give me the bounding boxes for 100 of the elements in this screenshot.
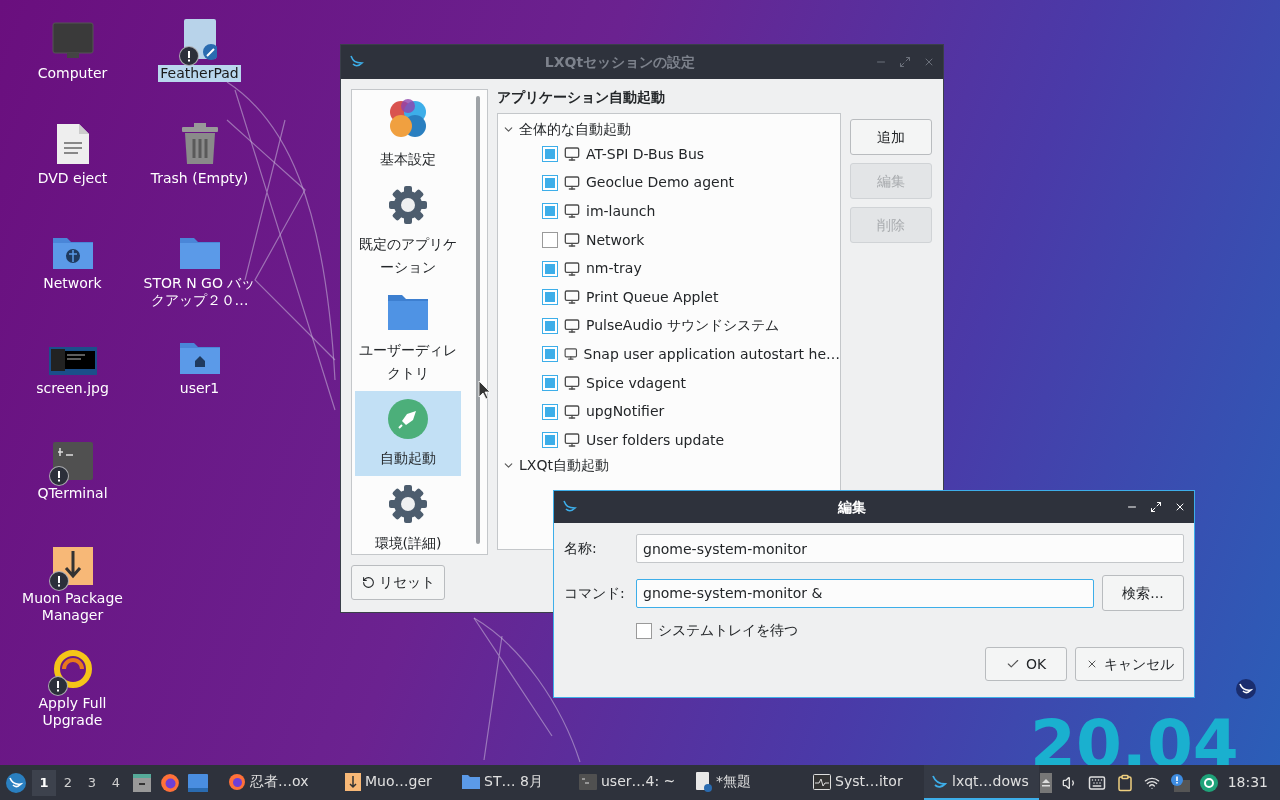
- aperture-icon[interactable]: [1199, 773, 1218, 792]
- category-item[interactable]: ユーザーディレクトリ: [355, 285, 461, 391]
- checkbox[interactable]: [542, 203, 558, 220]
- maximize-icon[interactable]: [1150, 501, 1162, 513]
- start-menu-logo-icon[interactable]: [5, 771, 27, 794]
- taskbar-window-button[interactable]: 忍者…ox: [222, 765, 337, 800]
- category-item[interactable]: 既定のアプリケーション: [355, 177, 461, 285]
- desktop-icon-label[interactable]: Trash (Empty): [148, 170, 251, 187]
- checkbox[interactable]: [542, 403, 558, 420]
- desktop-switcher-tab[interactable]: 1: [32, 769, 56, 796]
- autostart-item-label[interactable]: Network: [586, 229, 645, 251]
- autostart-item-label[interactable]: nm-tray: [586, 258, 642, 280]
- autostart-item-label[interactable]: Snap user application autostart he…: [583, 343, 840, 365]
- browse-button[interactable]: 検索...: [1102, 575, 1184, 611]
- cancel-button[interactable]: キャンセル: [1075, 647, 1184, 681]
- tree-group-label[interactable]: 全体的な自動起動: [519, 118, 631, 140]
- checkbox[interactable]: [542, 232, 558, 249]
- scrollbar[interactable]: [476, 96, 480, 544]
- folder-icon: [387, 293, 429, 331]
- wait-tray-label[interactable]: システムトレイを待つ: [658, 620, 798, 641]
- category-item[interactable]: 自動起動: [355, 391, 461, 476]
- autostart-item-label[interactable]: Geoclue Demo agent: [586, 172, 735, 194]
- taskbar-window-button[interactable]: Syst…itor: [807, 765, 922, 800]
- monitor-icon: [564, 432, 580, 449]
- checkbox[interactable]: [542, 260, 558, 277]
- file-cabinet-icon[interactable]: [133, 773, 151, 792]
- taskbar-window-button[interactable]: user…4: ~: [573, 765, 688, 800]
- monitor-icon: [564, 260, 580, 277]
- gear-icon: [388, 185, 428, 225]
- taskbar-window-button[interactable]: *無題: [690, 765, 805, 800]
- monitor-icon: [564, 289, 580, 306]
- autostart-item-label[interactable]: Spice vdagent: [586, 372, 687, 394]
- eject-icon[interactable]: [1039, 772, 1052, 793]
- desktop-icon-label[interactable]: QTerminal: [35, 485, 110, 502]
- reset-button[interactable]: リセット: [351, 565, 445, 600]
- document-icon: [55, 123, 90, 165]
- color-petals-icon: [387, 98, 429, 140]
- gear-icon: [388, 484, 428, 524]
- desktop-icon-label[interactable]: screen.jpg: [34, 380, 111, 397]
- screenshot-thumbnail-icon: [48, 347, 97, 375]
- checkbox[interactable]: [542, 289, 558, 306]
- undo-icon: [361, 576, 375, 589]
- monitor-icon: [564, 146, 580, 163]
- category-item[interactable]: 基本設定: [355, 90, 461, 177]
- autostart-item-label[interactable]: im-launch: [586, 201, 656, 222]
- monitor-icon: [564, 174, 580, 191]
- taskbar-window-button[interactable]: ST… 8月: [456, 765, 571, 800]
- name-input-field[interactable]: gnome-system-monitor: [636, 534, 1184, 563]
- monitor-icon: [564, 403, 580, 420]
- desktop-icon-label[interactable]: user1: [177, 380, 222, 397]
- desktop-icon-label[interactable]: Apply Full Upgrade: [12, 695, 133, 729]
- tree-group-label[interactable]: LXQt自動起動: [519, 455, 609, 477]
- desktop-switcher-tab[interactable]: 4: [104, 769, 128, 796]
- window-icon[interactable]: [188, 773, 208, 792]
- clipboard-icon[interactable]: [1115, 773, 1134, 792]
- desktop-switcher-tab[interactable]: 2: [56, 769, 80, 796]
- ok-button[interactable]: OK: [985, 647, 1067, 681]
- section-heading: アプリケーション自動起動: [497, 88, 666, 107]
- close-icon[interactable]: [1174, 501, 1186, 513]
- name-label: 名称:: [564, 539, 598, 558]
- desktop-icon-label[interactable]: Network: [41, 275, 104, 292]
- desktop-switcher-tab[interactable]: 3: [80, 769, 104, 796]
- system-monitor-icon: [813, 773, 831, 790]
- autostart-item-label[interactable]: PulseAudio サウンドシステム: [586, 315, 780, 337]
- checkbox[interactable]: [542, 317, 558, 334]
- bird-logo-icon: [349, 54, 365, 70]
- keyboard-icon[interactable]: [1087, 773, 1106, 792]
- terminal-icon: [579, 773, 597, 790]
- monitor-icon: [564, 203, 580, 220]
- taskbar-window-button[interactable]: Muo…ger: [339, 765, 454, 800]
- checkbox[interactable]: [542, 375, 558, 392]
- monitor-icon: [564, 317, 580, 334]
- dialog-title: 編集: [836, 497, 867, 517]
- autostart-item-label[interactable]: User folders update: [586, 429, 725, 451]
- autostart-item-label[interactable]: AT-SPI D-Bus Bus: [586, 143, 705, 165]
- command-input-field[interactable]: gnome-system-monitor &: [636, 578, 1094, 608]
- taskbar-window-button[interactable]: lxqt…dows: [924, 765, 1039, 800]
- autostart-item-label[interactable]: Print Queue Applet: [586, 286, 719, 308]
- checkbox[interactable]: [542, 146, 558, 163]
- checkbox[interactable]: [542, 346, 558, 363]
- autostart-item-label[interactable]: upgNotifier: [586, 401, 665, 423]
- desktop-icon-label[interactable]: Computer: [35, 65, 110, 82]
- desktop-icon-label[interactable]: Muon Package Manager: [12, 590, 133, 624]
- trash-icon: [180, 123, 219, 165]
- bird-logo-icon: [562, 499, 578, 515]
- desktop-icon-label[interactable]: DVD eject: [35, 170, 110, 187]
- update-notification-icon[interactable]: [1169, 773, 1190, 792]
- firefox-icon[interactable]: [160, 772, 180, 793]
- action-button[interactable]: 追加: [850, 119, 932, 155]
- document-edit-icon: [696, 771, 712, 792]
- checkbox[interactable]: [542, 174, 558, 191]
- folder-icon: [462, 774, 480, 789]
- desktop-icon-label[interactable]: FeatherPad: [158, 65, 241, 82]
- firefox-icon: [228, 772, 246, 791]
- monitor-icon: [564, 375, 580, 392]
- checkbox[interactable]: [636, 622, 652, 639]
- checkbox[interactable]: [542, 432, 558, 449]
- desktop-icon-label[interactable]: STOR N GO バックアップ２０…: [139, 275, 260, 309]
- monitor-icon: [51, 22, 94, 60]
- category-item[interactable]: 環境(詳細): [355, 476, 461, 554]
